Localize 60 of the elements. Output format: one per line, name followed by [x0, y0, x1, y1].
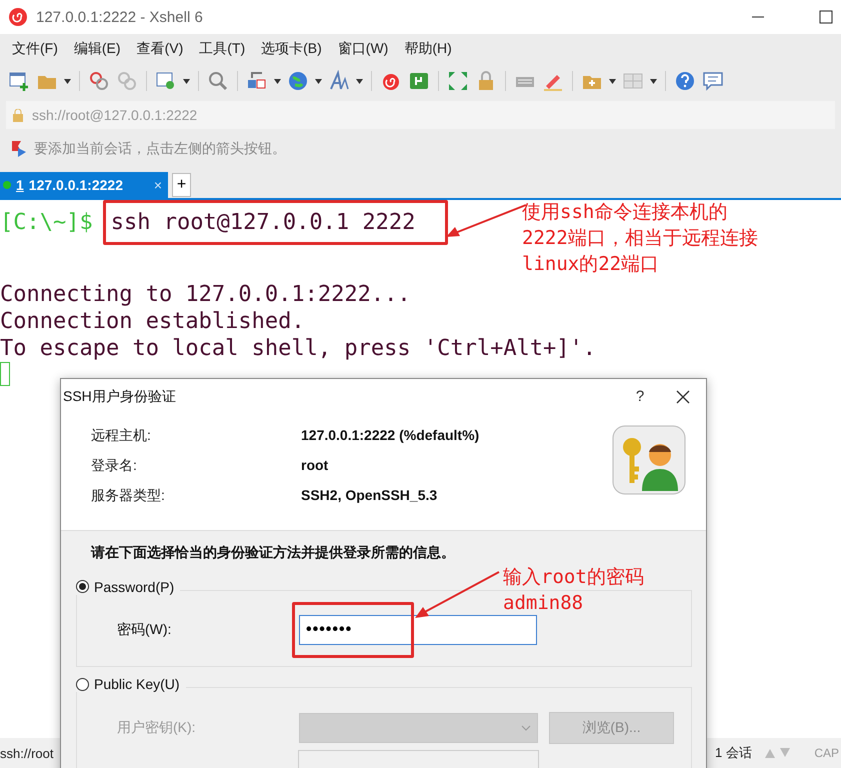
session-count: 1 会话	[715, 744, 752, 762]
expand-icon[interactable]	[447, 70, 469, 92]
font-icon[interactable]	[328, 70, 350, 92]
globe-icon[interactable]	[287, 70, 309, 92]
caret-icon	[521, 725, 531, 731]
password-field[interactable]: •••••••	[299, 614, 537, 645]
instruction-text: 请在下面选择恰当的身份验证方法并提供登录所需的信息。	[90, 542, 456, 562]
output-line: Connection established.	[0, 308, 306, 335]
annotation-text: 使用ssh命令连接本机的 2222端口，相当于远程连接 linux的22端口	[522, 200, 758, 277]
hint-text: 要添加当前会话，点击左侧的箭头按钮。	[34, 140, 286, 158]
field-label: 密码(W):	[117, 620, 172, 639]
info-label: 登录名:	[91, 456, 138, 475]
status-text: CAP	[814, 746, 840, 760]
help-button[interactable]: ?	[620, 388, 660, 406]
link-icon[interactable]	[88, 70, 110, 92]
info-value: SSH2, OpenSSH_5.3	[301, 486, 438, 505]
info-value: 127.0.0.1:2222 (%default%)	[301, 426, 480, 445]
window-title: 127.0.0.1:2222 - Xshell 6	[36, 8, 204, 26]
search-icon[interactable]	[207, 70, 229, 92]
info-label: 远程主机:	[91, 426, 152, 445]
status-dot	[3, 181, 11, 189]
radio-option[interactable]: Password(P)	[76, 578, 180, 595]
annotation-text: 输入root的密码 admin88	[503, 565, 644, 616]
command-text: ssh root@127.0.0.1 2222	[110, 210, 416, 235]
cursor-icon	[0, 362, 10, 386]
chat-icon[interactable]	[702, 70, 724, 92]
help-icon[interactable]	[674, 70, 696, 92]
dialog-title: SSH用户身份验证	[63, 388, 177, 406]
info-label: 服务器类型:	[91, 486, 166, 505]
status-text: ssh://root	[0, 746, 54, 760]
caret-icon[interactable]	[609, 78, 616, 84]
new-window-icon[interactable]	[8, 70, 30, 92]
menu-item[interactable]: 选项卡(B)	[255, 38, 328, 60]
caret-icon[interactable]	[315, 78, 322, 84]
session-tab[interactable]: 1 127.0.0.1:2222 ×	[0, 172, 168, 198]
flag-icon	[10, 140, 28, 158]
user-key-icon	[612, 424, 686, 495]
menu-item[interactable]: 编辑(E)	[68, 38, 127, 60]
output-line: To escape to local shell, press 'Ctrl+Alt+]'.	[0, 335, 598, 362]
menu-item[interactable]: 帮助(H)	[398, 38, 458, 60]
menu-item[interactable]: 查看(V)	[130, 38, 190, 60]
tab-label: 127.0.0.1:2222	[28, 177, 123, 193]
caret-icon[interactable]	[64, 78, 71, 84]
caret-icon[interactable]	[183, 78, 190, 84]
menu-item[interactable]: 文件(F)	[6, 38, 64, 60]
maximize-icon[interactable]	[819, 10, 833, 24]
spiral-icon	[8, 7, 28, 27]
caret-icon[interactable]	[650, 78, 657, 84]
menu-item[interactable]: 工具(T)	[193, 38, 252, 60]
tab-number: 1	[16, 177, 24, 193]
info-value: root	[301, 456, 330, 475]
new-tab-button[interactable]: +	[172, 173, 191, 197]
field-label: 用户密钥(K):	[117, 719, 197, 737]
close-icon	[676, 390, 690, 404]
caret-icon[interactable]	[356, 78, 363, 84]
caret-icon[interactable]	[274, 78, 281, 84]
menu-item[interactable]: 窗口(W)	[332, 38, 394, 60]
output-line: Connecting to 127.0.0.1:2222...	[0, 281, 412, 308]
prompt-text: [C:\~]$	[0, 209, 93, 236]
lock-icon	[12, 108, 24, 122]
